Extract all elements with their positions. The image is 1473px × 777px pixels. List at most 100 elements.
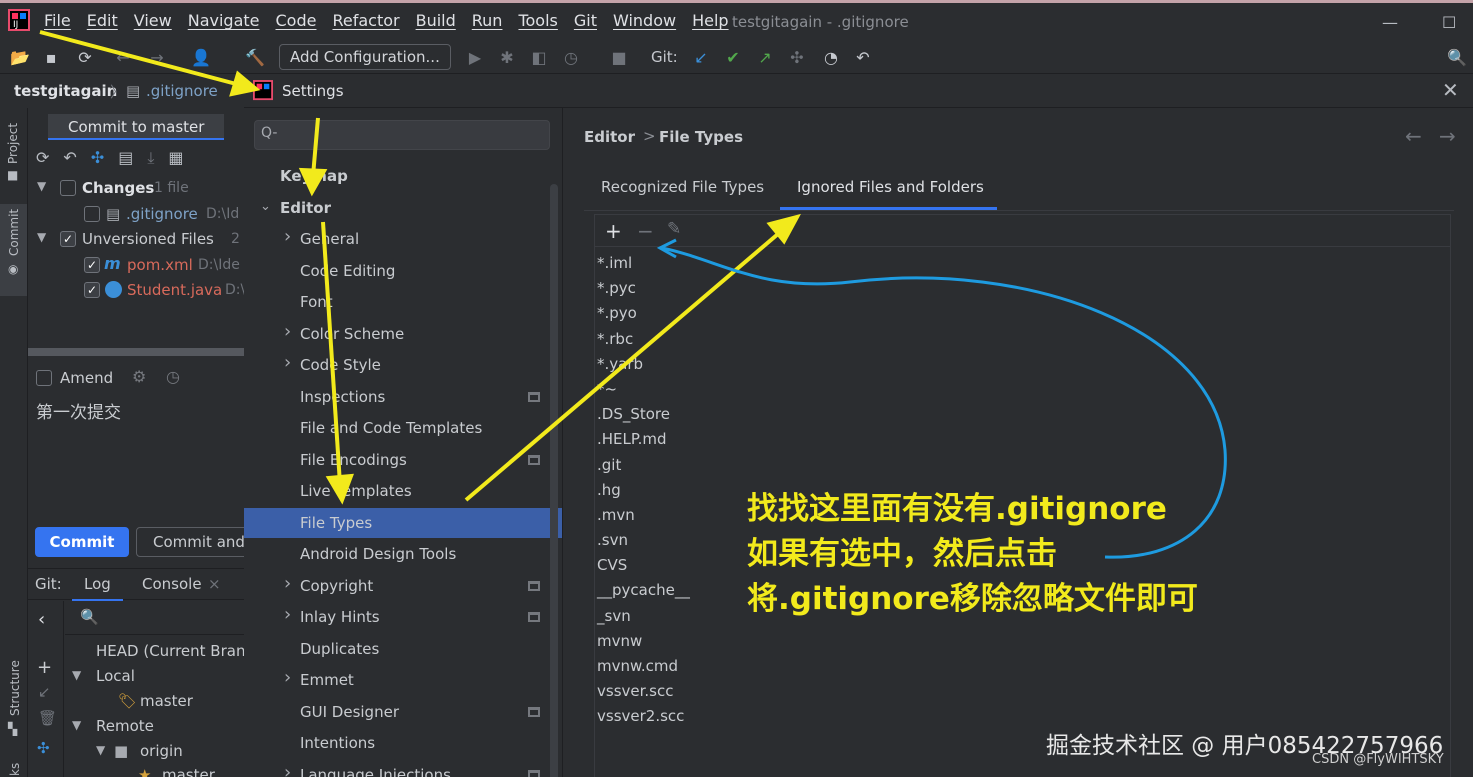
update-icon[interactable]: ✣ (91, 148, 104, 168)
list-item[interactable]: mvnw.cmd (597, 654, 997, 679)
forward-icon[interactable]: → (146, 46, 168, 68)
menu-navigate[interactable]: Navigate (188, 11, 260, 30)
add-icon[interactable]: + (605, 219, 622, 243)
open-folder-icon[interactable]: 📂 (9, 46, 31, 68)
rollback-icon[interactable]: ↶ (63, 148, 76, 168)
unversioned-node[interactable]: ▼ ✓ Unversioned Files 2 fil (28, 227, 244, 251)
menu-tools[interactable]: Tools (518, 11, 557, 30)
tree-scrollbar[interactable] (550, 184, 558, 777)
list-item[interactable]: .git (597, 453, 997, 478)
commit-message-input[interactable]: 第一次提交 (36, 398, 121, 423)
remove-icon[interactable]: − (637, 219, 654, 243)
arrow-icon[interactable]: ↙ (38, 683, 51, 701)
commit-and-push-button[interactable]: Commit and (136, 527, 244, 557)
file-row-pom[interactable]: ✓ m pom.xml D:\Ide (28, 253, 244, 277)
branch-master[interactable]: 🏷 master (118, 690, 244, 714)
tab-console[interactable]: Console (142, 575, 202, 593)
debug-icon[interactable]: ✱ (496, 46, 518, 68)
settings-tree-item[interactable]: Keymap (244, 161, 562, 191)
chevron-right-icon[interactable]: › (284, 667, 291, 688)
settings-tree-item[interactable]: File Types (244, 507, 562, 538)
commit-tool-tab[interactable]: Commit (7, 209, 21, 256)
list-item[interactable]: *.rbc (597, 327, 997, 352)
settings-tree-item[interactable]: Android Design Tools (244, 539, 562, 569)
forward-icon[interactable]: → (1439, 124, 1456, 148)
list-item[interactable]: *.iml (597, 251, 997, 276)
chevron-right-icon[interactable]: › (284, 226, 291, 247)
file-row-student[interactable]: ✓ Student.java D:\ (28, 278, 244, 302)
structure-tool-tab[interactable]: Structure (8, 660, 22, 716)
search-icon[interactable]: 🔍 (1446, 46, 1468, 68)
list-item[interactable]: vssver2.scc (597, 704, 997, 729)
git-merge-icon[interactable]: ✣ (786, 46, 808, 68)
group-icon[interactable]: ▦ (168, 148, 183, 168)
list-item[interactable]: .HELP.md (597, 427, 997, 452)
commit-to-master-tab[interactable]: Commit to master (48, 114, 224, 140)
tab-ignored-files-and-folders[interactable]: Ignored Files and Folders (780, 178, 997, 210)
menu-file[interactable]: File (44, 11, 71, 30)
unversioned-checkbox[interactable]: ✓ (60, 231, 76, 247)
menu-help[interactable]: Help (692, 11, 728, 30)
refresh-icon[interactable]: ⟳ (36, 148, 49, 168)
build-hammer-icon[interactable]: 🔨 (244, 46, 266, 68)
profile-icon[interactable]: ◷ (560, 46, 582, 68)
project-tool-tab[interactable]: Project (6, 123, 20, 164)
settings-tree-item[interactable]: Intentions (244, 728, 562, 758)
menu-view[interactable]: View (134, 11, 172, 30)
splitter[interactable] (28, 348, 244, 356)
history-icon[interactable]: ◔ (820, 46, 842, 68)
chevron-down-icon[interactable]: ▼ (37, 230, 46, 244)
settings-tree-item[interactable]: Duplicates (244, 634, 562, 664)
amend-checkbox[interactable] (36, 370, 52, 386)
settings-tree-item[interactable]: › Code Style (244, 350, 562, 380)
chevron-right-icon[interactable]: › (284, 573, 291, 594)
menu-edit[interactable]: Edit (87, 11, 118, 30)
settings-tree-item[interactable]: ⌄ Editor (244, 193, 562, 223)
settings-tree-item[interactable]: › General (244, 224, 562, 254)
list-item[interactable]: mvnw (597, 629, 997, 654)
branch-remote[interactable]: ▼ Remote (70, 715, 244, 739)
menu-window[interactable]: Window (613, 11, 676, 30)
breadcrumb-editor[interactable]: Editor (584, 128, 635, 146)
remote-master[interactable]: ★ master (138, 764, 244, 777)
breadcrumb-file[interactable]: .gitignore (146, 82, 218, 100)
diff-icon[interactable]: ▤ (118, 148, 133, 168)
settings-tree-item[interactable]: › Emmet (244, 665, 562, 695)
coverage-icon[interactable]: ◧ (528, 46, 550, 68)
delete-icon[interactable]: 🗑 (38, 709, 57, 727)
chevron-down-icon[interactable]: ▼ (37, 179, 46, 193)
menu-build[interactable]: Build (416, 11, 456, 30)
settings-tree-item[interactable]: › Language Injections (244, 760, 562, 777)
pom-checkbox[interactable]: ✓ (84, 257, 100, 273)
settings-tree-item[interactable]: Inspections (244, 382, 562, 412)
chevron-left-icon[interactable]: ‹ (38, 609, 45, 630)
changes-node[interactable]: ▼ Changes 1 file (28, 176, 244, 200)
close-icon[interactable]: ✕ (1442, 78, 1459, 102)
settings-tree-item[interactable]: › Inlay Hints (244, 602, 562, 632)
sync-icon[interactable]: ⟳ (74, 46, 96, 68)
settings-tree-item[interactable]: Live Templates (244, 476, 562, 506)
list-item[interactable]: *.yarb (597, 352, 997, 377)
stop-icon[interactable]: ■ (608, 46, 630, 68)
student-checkbox[interactable]: ✓ (84, 282, 100, 298)
settings-tree-item[interactable]: GUI Designer (244, 697, 562, 727)
settings-tree-item[interactable]: File Encodings (244, 445, 562, 475)
list-item[interactable]: vssver.scc (597, 679, 997, 704)
back-icon[interactable]: ← (112, 46, 134, 68)
git-update-icon[interactable]: ↙ (690, 46, 712, 68)
maximize-icon[interactable]: ☐ (1442, 13, 1456, 32)
chevron-down-icon[interactable]: ▼ (96, 743, 105, 757)
settings-search-input[interactable]: Q- (254, 120, 550, 150)
settings-tree-item[interactable]: › Color Scheme (244, 319, 562, 349)
settings-tree-item[interactable]: Font (244, 287, 562, 317)
chevron-right-icon[interactable]: › (284, 352, 291, 373)
commit-button[interactable]: Commit (35, 527, 129, 557)
list-item[interactable]: *~ (597, 377, 997, 402)
user-icon[interactable]: 👤 (190, 46, 212, 68)
remote-origin[interactable]: ▼ ■ origin (94, 740, 244, 764)
clock-icon[interactable]: ◷ (166, 367, 180, 386)
chevron-down-icon[interactable]: ▼ (72, 668, 81, 682)
search-icon[interactable]: 🔍 (80, 608, 99, 626)
edit-pencil-icon[interactable]: ✎ (667, 219, 681, 239)
close-icon[interactable]: × (208, 575, 221, 593)
